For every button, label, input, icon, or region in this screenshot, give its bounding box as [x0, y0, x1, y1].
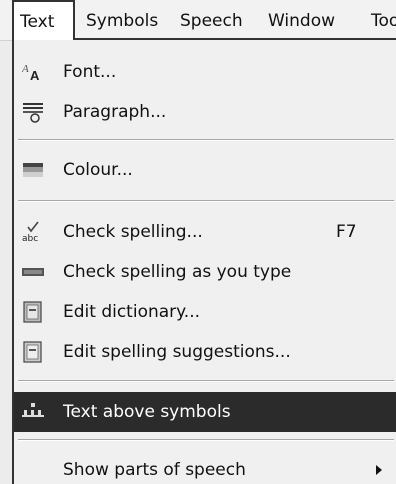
check-spelling-icon: abc: [22, 221, 44, 244]
menu-item-show-parts-of-speech[interactable]: Show parts of speech: [14, 450, 396, 484]
shortcut-label: F7: [336, 222, 357, 242]
menu-window[interactable]: Window: [268, 0, 335, 40]
edit-dictionary-icon: [22, 301, 44, 323]
menu-tools[interactable]: Too: [371, 0, 396, 40]
menu-bar: Text Symbols Speech Window Too: [0, 0, 396, 41]
menu-separator: [18, 200, 394, 202]
menu-item-paragraph[interactable]: Paragraph...: [14, 92, 396, 132]
menu-speech[interactable]: Speech: [180, 0, 243, 40]
menu-item-label: Show parts of speech: [63, 460, 246, 480]
colour-icon: [22, 159, 44, 181]
svg-text:abc: abc: [22, 234, 38, 243]
text-above-symbols-icon: [22, 401, 44, 423]
menu-item-label: Check spelling...: [63, 222, 203, 242]
menu-separator: [18, 380, 394, 382]
menu-item-colour[interactable]: Colour...: [14, 150, 396, 190]
menu-item-font[interactable]: A A Font...: [14, 52, 396, 92]
menu-symbols[interactable]: Symbols: [86, 0, 158, 40]
paragraph-icon: [22, 101, 44, 123]
svg-text:A: A: [22, 63, 29, 75]
menu-separator: [18, 139, 394, 141]
menu-separator: [18, 439, 394, 441]
menu-item-edit-spelling-suggestions[interactable]: Edit spelling suggestions...: [14, 332, 396, 372]
menu-item-text-above-symbols[interactable]: Text above symbols: [14, 392, 396, 432]
menu-item-label: Colour...: [63, 160, 133, 180]
menu-item-label: Text above symbols: [63, 402, 231, 422]
menu-item-label: Font...: [63, 62, 117, 82]
spelling-as-you-type-icon: [22, 261, 44, 283]
menu-item-label: Edit spelling suggestions...: [63, 342, 291, 362]
font-icon: A A: [21, 61, 44, 83]
menu-item-check-spelling[interactable]: abc Check spelling... F7: [14, 212, 396, 252]
menu-item-edit-dictionary[interactable]: Edit dictionary...: [14, 292, 396, 332]
submenu-arrow-icon: [376, 465, 382, 475]
text-menu-dropdown: A A Font... Paragraph... Colour... abc C…: [12, 38, 396, 484]
menu-text[interactable]: Text: [12, 0, 75, 40]
menu-item-check-spelling-as-you-type[interactable]: Check spelling as you type: [14, 252, 396, 292]
svg-text:A: A: [30, 68, 40, 83]
app-window: Text Symbols Speech Window Too A A Font.…: [0, 0, 396, 484]
menu-item-label: Check spelling as you type: [63, 262, 292, 282]
edit-suggestions-icon: [22, 341, 44, 363]
menu-item-label: Edit dictionary...: [63, 302, 201, 322]
menu-item-label: Paragraph...: [63, 102, 167, 122]
